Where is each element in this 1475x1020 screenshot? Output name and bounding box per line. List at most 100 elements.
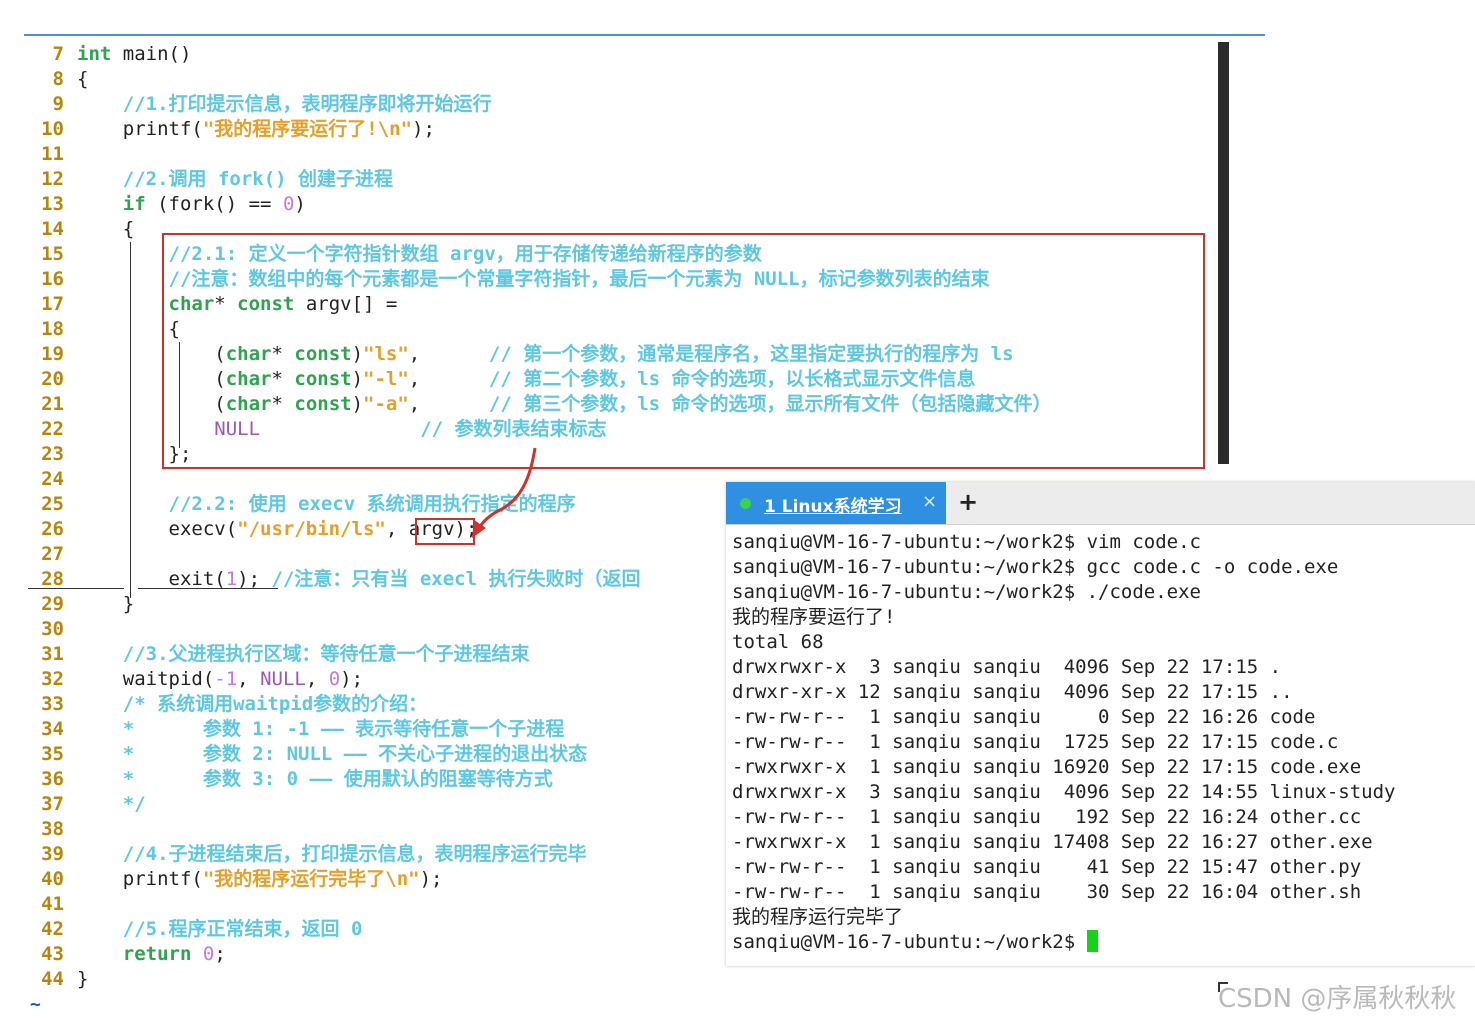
code-text: * 参数 2: NULL —— 不关心子进程的退出状态 bbox=[77, 742, 587, 767]
line-number: 16 bbox=[41, 268, 64, 290]
code-line[interactable]: 12 //2.调用 fork() 创建子进程 bbox=[24, 167, 1264, 192]
terminal-line: -rw-rw-r-- 1 sanqiu sanqiu 0 Sep 22 16:2… bbox=[732, 706, 1316, 728]
terminal-line: sanqiu@VM-16-7-ubuntu:~/work2$ vim code.… bbox=[732, 531, 1201, 553]
line-number: 15 bbox=[41, 243, 64, 265]
line-number: 18 bbox=[41, 318, 64, 340]
line-number: 17 bbox=[41, 293, 64, 315]
code-text: * 参数 3: 0 —— 使用默认的阻塞等待方式 bbox=[77, 767, 553, 792]
code-text: } bbox=[77, 967, 88, 992]
line-number: 22 bbox=[41, 418, 64, 440]
code-token: printf( bbox=[77, 118, 203, 140]
line-number: 40 bbox=[41, 868, 64, 890]
code-text: //2.2: 使用 execv 系统调用执行指定的程序 bbox=[77, 492, 576, 517]
watermark: CSDN @序属秋秋秋 bbox=[1218, 984, 1457, 1014]
code-token: (fork() == bbox=[145, 193, 283, 215]
code-text: //4.子进程结束后，打印提示信息，表明程序运行完毕 bbox=[77, 842, 587, 867]
code-line[interactable]: 9 //1.打印提示信息，表明程序即将开始运行 bbox=[24, 92, 1264, 117]
close-tab-icon[interactable]: × bbox=[922, 491, 937, 512]
code-token: execv( bbox=[77, 518, 238, 540]
line-number: 23 bbox=[41, 443, 64, 465]
terminal-prompt-line[interactable]: sanqiu@VM-16-7-ubuntu:~/work2$ bbox=[732, 930, 1472, 955]
line-number: 8 bbox=[52, 68, 64, 90]
line-number: 37 bbox=[41, 793, 64, 815]
terminal-line: sanqiu@VM-16-7-ubuntu:~/work2$ ./code.ex… bbox=[732, 581, 1201, 603]
code-token: "我的程序要运行了!\n" bbox=[202, 118, 413, 140]
terminal-line: total 68 bbox=[732, 631, 824, 653]
code-token: //1.打印提示信息，表明程序即将开始运行 bbox=[122, 93, 492, 115]
code-token: -1 bbox=[214, 668, 238, 690]
code-token: ) bbox=[294, 193, 306, 215]
terminal-line: -rw-rw-r-- 1 sanqiu sanqiu 1725 Sep 22 1… bbox=[732, 731, 1339, 753]
line-number: 19 bbox=[41, 343, 64, 365]
code-text: return 0; bbox=[77, 942, 226, 967]
code-text: { bbox=[77, 217, 134, 242]
code-token: , bbox=[305, 668, 329, 690]
terminal-line: -rwxrwxr-x 1 sanqiu sanqiu 16920 Sep 22 … bbox=[732, 756, 1362, 778]
line-number: 10 bbox=[41, 118, 64, 140]
vim-tilde: ~ bbox=[30, 994, 41, 1015]
new-tab-button[interactable]: + bbox=[958, 488, 978, 516]
code-line[interactable]: 8{ bbox=[24, 67, 1264, 92]
terminal-line: -rw-rw-r-- 1 sanqiu sanqiu 192 Sep 22 16… bbox=[732, 806, 1362, 828]
line-number: 42 bbox=[41, 918, 64, 940]
code-token: 0 bbox=[202, 943, 215, 965]
terminal-line: -rw-rw-r-- 1 sanqiu sanqiu 41 Sep 22 15:… bbox=[732, 856, 1362, 878]
terminal-output[interactable]: sanqiu@VM-16-7-ubuntu:~/work2$ vim code.… bbox=[732, 530, 1472, 955]
line-number: 35 bbox=[41, 743, 64, 765]
line-number: 27 bbox=[41, 543, 64, 565]
code-token: * 参数 2: NULL —— 不关心子进程的退出状态 bbox=[122, 743, 588, 765]
code-line[interactable]: 10 printf("我的程序要运行了!\n"); bbox=[24, 117, 1264, 142]
line-number: 20 bbox=[41, 368, 64, 390]
code-token: int bbox=[77, 43, 112, 65]
line-number: 21 bbox=[41, 393, 64, 415]
code-token: NULL bbox=[260, 668, 306, 690]
code-line[interactable]: 13 if (fork() == 0) bbox=[24, 192, 1264, 217]
code-line[interactable]: 7 int main() bbox=[24, 42, 1264, 67]
terminal-tab-bar: 1 Linux系统学习 × + bbox=[726, 482, 1475, 525]
line-number: 25 bbox=[41, 493, 64, 515]
terminal-line: drwxrwxr-x 3 sanqiu sanqiu 4096 Sep 22 1… bbox=[732, 656, 1282, 678]
argv-usage-highlight bbox=[415, 518, 475, 545]
code-token: 1 bbox=[225, 568, 238, 590]
code-token: //2.2: 使用 execv 系统调用执行指定的程序 bbox=[168, 493, 576, 515]
argv-definition-highlight bbox=[162, 233, 1205, 469]
line-number: 7 bbox=[52, 43, 64, 65]
code-token: //2.调用 fork() 创建子进程 bbox=[122, 168, 394, 190]
code-token: ); bbox=[412, 118, 435, 140]
code-text: * 参数 1: -1 —— 表示等待任意一个子进程 bbox=[77, 717, 564, 742]
line-number: 26 bbox=[41, 518, 64, 540]
line-number: 34 bbox=[41, 718, 64, 740]
terminal-line: 我的程序要运行了! bbox=[732, 606, 896, 628]
code-token: "我的程序运行完毕了\n" bbox=[202, 868, 420, 890]
code-line[interactable]: 44} bbox=[24, 967, 1264, 992]
code-text: int main() bbox=[77, 42, 191, 67]
code-text: //2.调用 fork() 创建子进程 bbox=[77, 167, 393, 192]
code-token: 0 bbox=[328, 668, 341, 690]
code-text: //5.程序正常结束，返回 0 bbox=[77, 917, 363, 942]
code-token: ); bbox=[237, 568, 272, 590]
code-text: waitpid(-1, NULL, 0); bbox=[77, 667, 363, 692]
code-token: main() bbox=[111, 43, 192, 65]
tab-label: 1 Linux系统学习 bbox=[764, 497, 902, 517]
code-token: /* 系统调用waitpid参数的介绍： bbox=[122, 693, 428, 715]
code-text: printf("我的程序要运行了!\n"); bbox=[77, 117, 435, 142]
code-token: //3.父进程执行区域：等待任意一个子进程结束 bbox=[122, 643, 530, 665]
editor-scrollbar[interactable] bbox=[1218, 42, 1229, 464]
terminal-window[interactable]: 1 Linux系统学习 × + sanqiu@VM-16-7-ubuntu:~/… bbox=[726, 482, 1475, 966]
code-token: { bbox=[77, 218, 135, 240]
code-text: //3.父进程执行区域：等待任意一个子进程结束 bbox=[77, 642, 530, 667]
code-token: * 参数 3: 0 —— 使用默认的阻塞等待方式 bbox=[122, 768, 553, 790]
terminal-tab-active[interactable]: 1 Linux系统学习 × bbox=[726, 482, 946, 524]
code-token: if bbox=[122, 193, 146, 215]
code-line[interactable]: 11 bbox=[24, 142, 1264, 167]
